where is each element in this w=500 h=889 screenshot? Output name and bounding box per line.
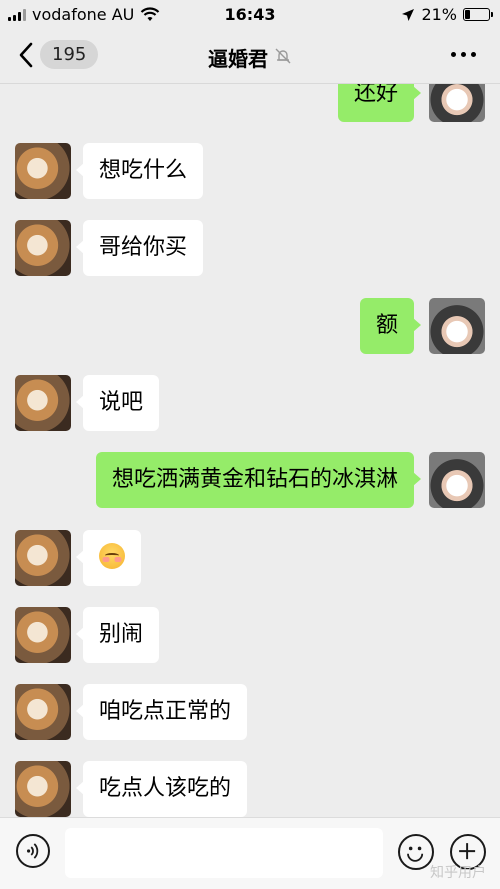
voice-icon[interactable] — [16, 834, 50, 868]
contact-avatar[interactable] — [15, 530, 71, 586]
message-bubble-incoming[interactable]: 哥给你买 — [75, 220, 204, 276]
contact-avatar[interactable] — [15, 220, 71, 276]
status-bar: vodafone AU 16:43 21% — [0, 0, 500, 30]
message-row: 哥给你买 — [0, 220, 500, 276]
battery-percent: 21% — [421, 5, 457, 24]
contact-avatar[interactable] — [15, 143, 71, 199]
message-row: 吃点人该吃的 — [0, 761, 500, 817]
message-bubble-incoming[interactable] — [76, 530, 141, 586]
input-bar — [0, 817, 500, 889]
message-bubble-incoming[interactable]: 别闹 — [75, 607, 160, 663]
chat-title-text: 逼婚君 — [208, 47, 268, 71]
message-input[interactable] — [65, 828, 383, 878]
message-row: 别闹 — [0, 607, 500, 663]
contact-avatar[interactable] — [15, 375, 71, 431]
mute-bell-icon — [274, 46, 292, 70]
watermark: 知乎用户 — [430, 865, 486, 881]
message-row — [0, 530, 500, 586]
more-dots-icon[interactable] — [451, 52, 476, 57]
contact-avatar[interactable] — [15, 684, 71, 740]
my-avatar[interactable] — [429, 298, 485, 354]
status-right: 21% — [401, 5, 493, 24]
message-bubble-outgoing[interactable]: 想吃洒满黄金和钻石的冰淇淋 — [95, 452, 422, 508]
message-row: 咱吃点正常的 — [0, 684, 500, 740]
message-bubble-incoming[interactable]: 说吧 — [75, 375, 160, 431]
message-row: 想吃洒满黄金和钻石的冰淇淋 — [0, 452, 500, 508]
chat-title: 逼婚君 — [0, 43, 500, 72]
emoji-icon[interactable] — [398, 834, 434, 870]
message-row: 说吧 — [0, 375, 500, 431]
message-bubble-incoming[interactable]: 咱吃点正常的 — [75, 684, 248, 740]
message-bubble-incoming[interactable]: 吃点人该吃的 — [75, 761, 248, 817]
chat-navbar: 195 逼婚君 — [0, 30, 500, 84]
contact-avatar[interactable] — [15, 761, 71, 817]
battery-icon — [463, 8, 493, 21]
my-avatar[interactable] — [429, 452, 485, 508]
message-row: 想吃什么 — [0, 143, 500, 199]
message-bubble-outgoing[interactable]: 额 — [359, 298, 422, 354]
location-arrow-icon — [402, 8, 415, 21]
message-row: 额 — [0, 298, 500, 354]
contact-avatar[interactable] — [15, 607, 71, 663]
blushing-face-emoji — [99, 543, 125, 569]
message-bubble-incoming[interactable]: 想吃什么 — [75, 143, 204, 199]
